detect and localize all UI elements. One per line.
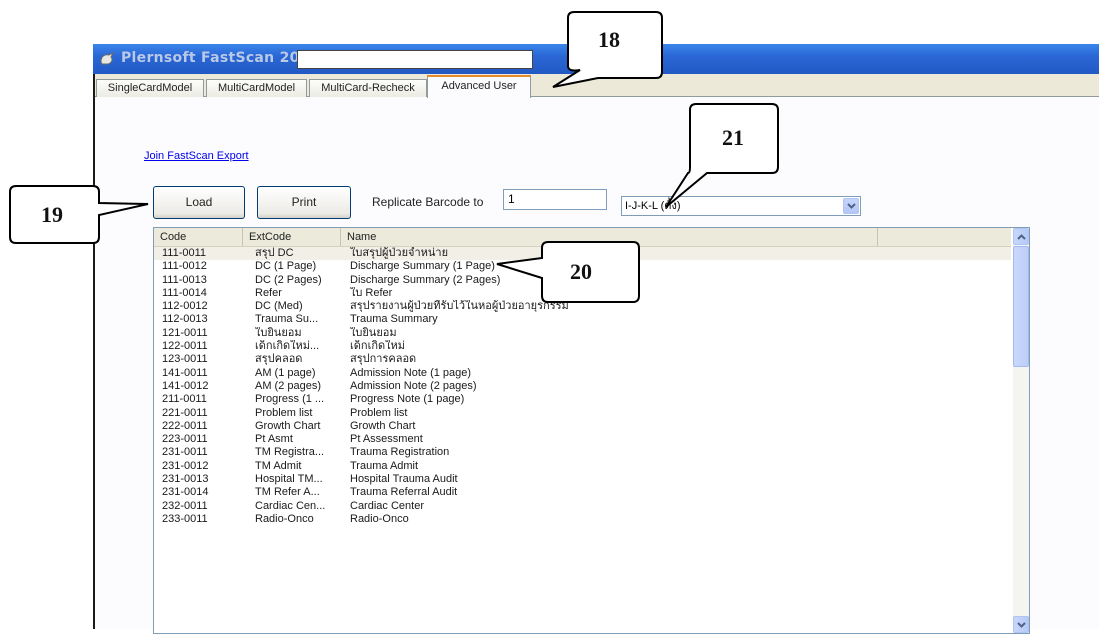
callout-number-20: 20 (570, 259, 592, 284)
callout-number-18: 18 (598, 27, 620, 52)
callout-number-19: 19 (41, 202, 63, 227)
callout-21-bubble (665, 103, 779, 208)
callout-19-bubble (9, 185, 149, 244)
callout-20-bubble (496, 241, 640, 303)
callout-annotations (9, 11, 779, 303)
callout-number-21: 21 (722, 125, 744, 150)
tab-advanced-user[interactable]: Advanced User (427, 75, 531, 98)
